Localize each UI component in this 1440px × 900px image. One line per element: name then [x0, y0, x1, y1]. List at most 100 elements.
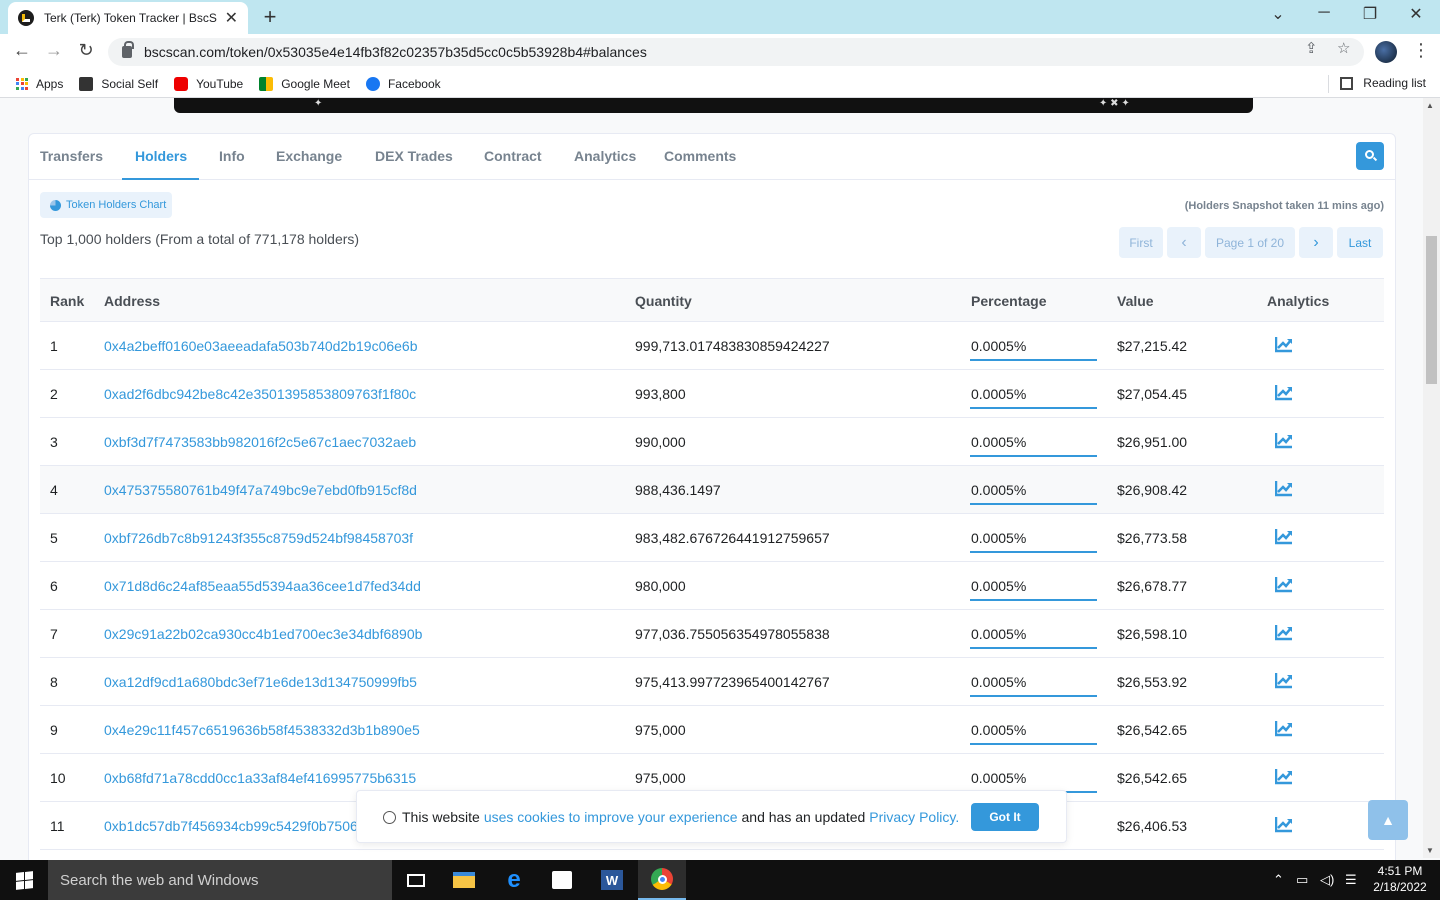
banner-ad[interactable]: ✦ ✦ ✖ ✦ — [174, 98, 1253, 113]
cookie-text: This website uses cookies to improve you… — [383, 809, 963, 825]
analytics-chart-icon[interactable] — [1274, 383, 1293, 401]
browser-tab[interactable]: Terk (Terk) Token Tracker | BscScan ✕ — [8, 2, 248, 34]
show-hidden-icons[interactable]: ⌃ — [1273, 872, 1284, 888]
tab-contract[interactable]: Contract — [484, 148, 542, 164]
address-link[interactable]: 0xa12df9cd1a680bdc3ef71e6de13d134750999f… — [104, 674, 417, 690]
bscscan-favicon-icon — [18, 10, 34, 26]
reading-list-button[interactable]: Reading list — [1340, 76, 1426, 90]
pagination-next[interactable]: › — [1299, 227, 1333, 258]
pagination-page-indicator: Page 1 of 20 — [1205, 227, 1295, 258]
apps-grid-icon — [16, 77, 28, 90]
got-it-button[interactable]: Got It — [971, 803, 1039, 831]
active-tab-underline — [122, 178, 199, 180]
edge-icon[interactable]: e — [490, 860, 538, 900]
search-button[interactable] — [1356, 142, 1384, 170]
scroll-down-icon[interactable]: ▼ — [1426, 846, 1434, 855]
address-link[interactable]: 0xbf3d7f7473583bb982016f2c5e67c1aec7032a… — [104, 434, 416, 450]
tab-analytics[interactable]: Analytics — [574, 148, 636, 164]
address-link[interactable]: 0x71d8d6c24af85eaa55d5394aa36cee1d7fed34… — [104, 578, 421, 594]
tab-exchange[interactable]: Exchange — [276, 148, 342, 164]
analytics-chart-icon[interactable] — [1274, 479, 1293, 497]
chrome-icon[interactable] — [638, 860, 686, 900]
percentage-cell: 0.0005% — [971, 338, 1027, 354]
tab-search-icon[interactable]: ⌄ — [1266, 4, 1290, 24]
browser-menu-icon[interactable]: ⋮ — [1412, 40, 1430, 61]
col-rank: Rank — [50, 293, 85, 309]
volume-icon[interactable]: ◁) — [1320, 872, 1334, 888]
arrow-up-icon: ▲ — [1381, 812, 1395, 828]
bookmark-youtube[interactable]: YouTube — [174, 76, 243, 91]
analytics-chart-icon[interactable] — [1274, 623, 1293, 641]
bookmark-facebook[interactable]: Facebook — [365, 76, 441, 91]
rank-cell: 10 — [50, 770, 66, 786]
tab-comments[interactable]: Comments — [664, 148, 736, 164]
address-link[interactable]: 0x29c91a22b02ca930cc4b1ed700ec3e34dbf689… — [104, 626, 422, 642]
address-link[interactable]: 0x475375580761b49f47a749bc9e7ebd0fb915cf… — [104, 482, 417, 498]
file-explorer-icon[interactable] — [440, 860, 488, 900]
token-holders-chart-button[interactable]: Token Holders Chart — [40, 192, 172, 218]
bookmark-label: Google Meet — [281, 76, 350, 91]
cookie-policy-link[interactable]: uses cookies to improve your experience — [484, 809, 738, 825]
minimize-icon[interactable]: ─ — [1312, 4, 1336, 22]
analytics-chart-icon[interactable] — [1274, 335, 1293, 353]
pagination-prev[interactable]: ‹ — [1167, 227, 1201, 258]
analytics-chart-icon[interactable] — [1274, 815, 1293, 833]
close-window-icon[interactable]: ✕ — [1404, 4, 1428, 24]
notifications-icon[interactable]: ☰ — [1345, 872, 1357, 888]
address-link[interactable]: 0xbf726db7c8b91243f355c8759d524bf9845870… — [104, 530, 413, 546]
network-icon[interactable]: ▭ — [1296, 872, 1308, 888]
pagination-first[interactable]: First — [1119, 227, 1163, 258]
bookmark-google-meet[interactable]: Google Meet — [259, 76, 350, 91]
pagination-last[interactable]: Last — [1337, 227, 1383, 258]
task-view-icon[interactable] — [392, 860, 440, 900]
analytics-chart-icon[interactable] — [1274, 719, 1293, 737]
bookmark-social-self[interactable]: Social Self — [79, 76, 158, 91]
tab-title: Terk (Terk) Token Tracker | BscScan — [44, 11, 217, 25]
tab-info[interactable]: Info — [219, 148, 245, 164]
taskbar-clock[interactable]: 4:51 PM 2/18/2022 — [1368, 863, 1432, 895]
quantity-cell: 988,436.1497 — [635, 482, 721, 498]
tab-holders[interactable]: Holders — [135, 148, 187, 164]
address-link[interactable]: 0xb68fd71a78cdd0cc1a33af84ef416995775b63… — [104, 770, 416, 786]
forward-icon[interactable]: → — [42, 40, 66, 61]
back-to-top-button[interactable]: ▲ — [1368, 800, 1408, 840]
analytics-chart-icon[interactable] — [1274, 767, 1293, 785]
privacy-policy-link[interactable]: Privacy Policy. — [869, 809, 959, 825]
close-tab-icon[interactable]: ✕ — [225, 8, 238, 28]
rank-cell: 11 — [50, 818, 65, 834]
rank-cell: 2 — [50, 386, 58, 402]
pie-chart-icon — [50, 199, 61, 211]
scroll-up-icon[interactable]: ▲ — [1426, 101, 1434, 110]
table-row: 3 0xbf3d7f7473583bb982016f2c5e67c1aec7032… — [40, 418, 1384, 466]
address-link[interactable]: 0x4a2beff0160e03aeeadafa503b740d2b19c06e… — [104, 338, 418, 354]
windows-logo-icon — [15, 870, 33, 890]
lock-icon — [122, 41, 134, 58]
tab-transfers[interactable]: Transfers — [40, 148, 103, 164]
new-tab-button[interactable]: + — [258, 4, 282, 30]
page-scrollbar[interactable] — [1423, 98, 1440, 858]
analytics-chart-icon[interactable] — [1274, 527, 1293, 545]
share-icon[interactable]: ⇪ — [1305, 39, 1318, 57]
table-row: 6 0x71d8d6c24af85eaa55d5394aa36cee1d7fed3… — [40, 562, 1384, 610]
bookmark-star-icon[interactable]: ☆ — [1337, 39, 1350, 57]
scrollbar-thumb[interactable] — [1426, 236, 1437, 384]
url-input[interactable]: bscscan.com/token/0x53035e4e14fb3f82c023… — [108, 38, 1364, 66]
tab-dex-trades[interactable]: DEX Trades — [375, 148, 453, 164]
profile-avatar[interactable] — [1375, 41, 1397, 63]
address-link[interactable]: 0x4e29c11f457c6519636b58f4538332d3b1b890… — [104, 722, 420, 738]
address-link[interactable]: 0xad2f6dbc942be8c42e3501395853809763f1f8… — [104, 386, 416, 402]
taskbar-search-input[interactable]: Search the web and Windows — [48, 860, 392, 900]
store-icon[interactable] — [538, 860, 586, 900]
google-meet-icon — [259, 76, 274, 91]
back-icon[interactable]: ← — [10, 40, 34, 61]
start-button[interactable] — [0, 860, 48, 900]
reload-icon[interactable]: ↻ — [74, 40, 98, 61]
address-link[interactable]: 0xb1dc57db7f456934cb99c5429f0b7506 — [104, 818, 358, 834]
rank-cell: 7 — [50, 626, 58, 642]
analytics-chart-icon[interactable] — [1274, 575, 1293, 593]
bookmark-apps[interactable]: Apps — [16, 77, 63, 91]
maximize-icon[interactable]: ❐ — [1358, 4, 1382, 24]
word-icon[interactable]: W — [588, 860, 636, 900]
analytics-chart-icon[interactable] — [1274, 671, 1293, 689]
analytics-chart-icon[interactable] — [1274, 431, 1293, 449]
